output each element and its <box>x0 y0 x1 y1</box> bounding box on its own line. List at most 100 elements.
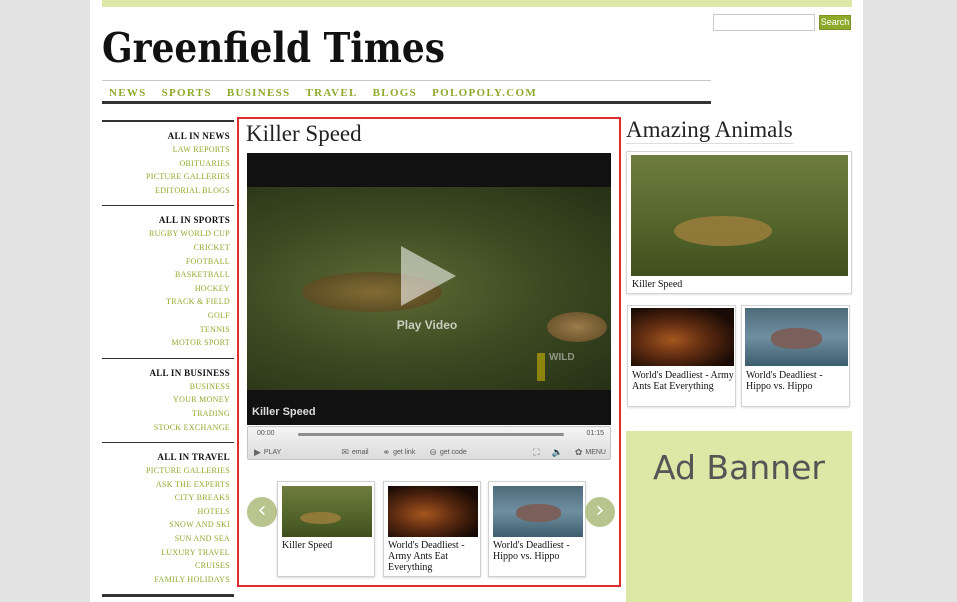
thumbnail-ants <box>388 486 478 537</box>
related-caption: World's Deadliest - Hippo vs. Hippo <box>746 370 823 392</box>
video-module: Killer Speed Play Video WILD Killer Spee… <box>237 117 621 587</box>
fullscreen-button[interactable]: ⛶ <box>533 447 539 458</box>
nav-business[interactable]: BUSINESS <box>227 87 291 99</box>
sidebar-link[interactable]: RUGBY WORLD CUP <box>102 227 230 241</box>
video-frame[interactable]: Play Video WILD <box>247 187 611 390</box>
sidebar-link[interactable]: OBITUARIES <box>102 157 230 171</box>
get-code-button[interactable]: ⊖ get code <box>429 447 466 458</box>
thumbnail-caption: World's Deadliest - Hippo vs. Hippo <box>493 540 570 562</box>
nav-divider-bold <box>102 101 711 104</box>
get-link-button[interactable]: ⚭ get link <box>383 447 416 458</box>
duration: 01:15 <box>586 430 604 437</box>
nav-travel[interactable]: TRAVEL <box>305 87 357 99</box>
sidebar-link[interactable]: CITY BREAKS <box>102 491 230 505</box>
video-caption: Killer Speed <box>252 406 316 418</box>
channel-watermark: WILD <box>537 353 587 381</box>
get-code-label: get code <box>439 448 467 456</box>
sidebar-link[interactable]: LAW REPORTS <box>102 143 230 157</box>
sidebar-link[interactable]: CRICKET <box>102 241 230 255</box>
sidebar-link[interactable]: PICTURE GALLERIES <box>102 464 230 478</box>
related-caption: World's Deadliest - Army Ants Eat Everyt… <box>632 370 734 392</box>
sidebar-title-travel[interactable]: ALL IN TRAVEL <box>102 451 230 464</box>
nav-news[interactable]: NEWS <box>109 87 147 99</box>
thumbnail-cheetah <box>282 486 372 537</box>
sidebar-group-sports: ALL IN SPORTS RUGBY WORLD CUP CRICKET FO… <box>102 205 234 357</box>
related-video-card[interactable]: World's Deadliest - Army Ants Eat Everyt… <box>627 305 736 407</box>
code-icon: ⊖ <box>429 446 437 457</box>
video-carousel: ‹ Killer Speed World's Deadliest - Army … <box>247 479 615 579</box>
menu-icon: ✿ <box>574 446 583 457</box>
sidebar-link[interactable]: EDITORIAL BLOGS <box>102 184 230 198</box>
menu-button-label: MENU <box>585 448 606 456</box>
top-bar <box>102 0 852 7</box>
sidebar-link[interactable]: YOUR MONEY <box>102 393 230 407</box>
sidebar-link[interactable]: ASK THE EXPERTS <box>102 478 230 492</box>
sidebar-link[interactable]: PICTURE GALLERIES <box>102 170 230 184</box>
current-time: 00:00 <box>257 430 275 437</box>
get-link-label: get link <box>393 448 416 456</box>
sidebar-link[interactable]: SNOW AND SKI <box>102 518 230 532</box>
sidebar: ALL IN NEWS LAW REPORTS OBITUARIES PICTU… <box>102 120 234 598</box>
play-small-icon: ▶ <box>254 446 261 457</box>
email-button[interactable]: ✉ email <box>341 447 368 458</box>
sidebar-link[interactable]: TRADING <box>102 407 230 421</box>
related-thumbnail-hippo <box>745 308 848 366</box>
feature-video-card[interactable]: Killer Speed <box>626 151 852 294</box>
related-thumbnail-ants <box>631 308 734 366</box>
sidebar-link[interactable]: FOOTBALL <box>102 255 230 269</box>
email-button-label: email <box>351 448 369 456</box>
search-input[interactable] <box>713 14 815 31</box>
sidebar-bottom-rule <box>102 594 234 598</box>
player-controls: 00:00 01:15 ▶ PLAY ✉ email ⚭ get link ⊖ get … <box>247 426 611 460</box>
sidebar-title-news[interactable]: ALL IN NEWS <box>102 130 230 143</box>
play-button[interactable]: ▶ PLAY <box>254 447 281 458</box>
sidebar-link[interactable]: LUXURY TRAVEL <box>102 546 230 560</box>
play-video-label[interactable]: Play Video <box>247 318 607 332</box>
carousel-item[interactable]: World's Deadliest - Army Ants Eat Everyt… <box>383 481 481 577</box>
sidebar-link[interactable]: GOLF <box>102 309 230 323</box>
link-icon: ⚭ <box>382 446 391 457</box>
page: Greenfield Times Search NEWS SPORTS BUSI… <box>90 0 863 602</box>
nav-polopoly[interactable]: POLOPOLY.COM <box>432 87 537 99</box>
sidebar-group-travel: ALL IN TRAVEL PICTURE GALLERIES ASK THE … <box>102 442 234 594</box>
sidebar-link[interactable]: CRUISES <box>102 559 230 573</box>
menu-button[interactable]: ✿ MENU <box>575 447 606 458</box>
sidebar-link[interactable]: BUSINESS <box>102 380 230 394</box>
sidebar-link[interactable]: TENNIS <box>102 323 230 337</box>
volume-button[interactable]: 🔈 <box>552 447 563 458</box>
sidebar-link[interactable]: BASKETBALL <box>102 268 230 282</box>
carousel-item[interactable]: World's Deadliest - Hippo vs. Hippo <box>488 481 586 577</box>
control-row: ▶ PLAY ✉ email ⚭ get link ⊖ get code ⛶ 🔈 ✿ ME… <box>254 446 606 458</box>
ad-banner[interactable]: Ad Banner <box>626 431 852 602</box>
sidebar-link[interactable]: TRACK & FIELD <box>102 295 230 309</box>
feature-thumbnail <box>631 155 848 276</box>
nav-blogs[interactable]: BLOGS <box>373 87 417 99</box>
chevron-right-icon[interactable]: › <box>585 497 615 527</box>
sidebar-link[interactable]: HOTELS <box>102 505 230 519</box>
thumbnail-caption: Killer Speed <box>282 540 333 551</box>
carousel-item[interactable]: Killer Speed <box>277 481 375 577</box>
feature-caption: Killer Speed <box>632 279 683 290</box>
search-button[interactable]: Search <box>819 15 851 30</box>
play-icon[interactable] <box>401 246 456 306</box>
chevron-left-icon[interactable]: ‹ <box>247 497 277 527</box>
volume-icon: 🔈 <box>551 446 563 457</box>
video-player[interactable]: Play Video WILD Killer Speed <box>247 153 611 425</box>
sidebar-link[interactable]: STOCK EXCHANGE <box>102 421 230 435</box>
main-nav: NEWS SPORTS BUSINESS TRAVEL BLOGS POLOPO… <box>102 84 711 102</box>
fullscreen-icon: ⛶ <box>533 446 540 457</box>
sidebar-link[interactable]: MOTOR SPORT <box>102 336 230 350</box>
sidebar-link[interactable]: FAMILY HOLIDAYS <box>102 573 230 587</box>
sidebar-link[interactable]: SUN AND SEA <box>102 532 230 546</box>
thumbnail-hippo <box>493 486 583 537</box>
nav-divider <box>102 80 711 81</box>
sidebar-group-business: ALL IN BUSINESS BUSINESS YOUR MONEY TRAD… <box>102 357 234 442</box>
sidebar-link[interactable]: HOCKEY <box>102 282 230 296</box>
nav-sports[interactable]: SPORTS <box>162 87 212 99</box>
masthead-logo[interactable]: Greenfield Times <box>102 20 447 70</box>
sidebar-title-sports[interactable]: ALL IN SPORTS <box>102 214 230 227</box>
sidebar-title-business[interactable]: ALL IN BUSINESS <box>102 367 230 380</box>
progress-bar[interactable] <box>298 433 564 436</box>
related-video-card[interactable]: World's Deadliest - Hippo vs. Hippo <box>741 305 850 407</box>
section-title: Amazing Animals <box>626 117 793 144</box>
